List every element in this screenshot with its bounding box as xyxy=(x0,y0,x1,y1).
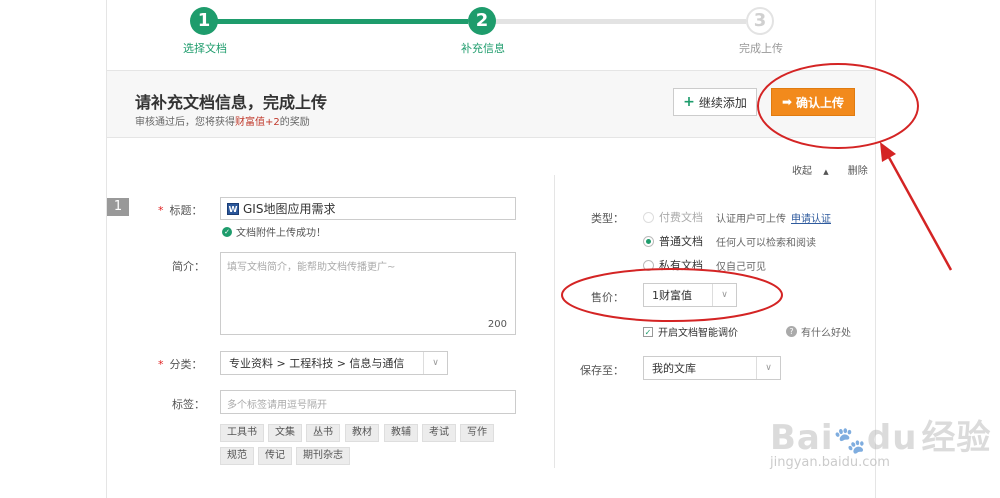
chevron-down-icon: ∨ xyxy=(756,357,780,379)
paw-icon: 🐾 xyxy=(833,426,867,456)
save-to-label: 保存至： xyxy=(580,364,624,377)
annotation-arrow-line xyxy=(884,151,953,271)
step-1-label: 选择文档 xyxy=(183,42,227,55)
type-desc: 认证用户可上传 xyxy=(716,213,786,225)
type-desc: 仅自己可见 xyxy=(716,261,766,273)
tag-chip[interactable]: 教材 xyxy=(345,424,379,442)
question-icon: ? xyxy=(786,326,797,337)
type-name: 付费文档 xyxy=(659,211,703,224)
category-select[interactable]: 专业资料 > 工程科技 > 信息与通信 ∨ xyxy=(220,351,448,375)
confirm-upload-label: 确认上传 xyxy=(796,95,845,110)
type-option-private[interactable]: 私有文档 仅自己可见 xyxy=(643,257,766,273)
tag-chip[interactable]: 写作 xyxy=(460,424,494,442)
doc-index-badge: 1 xyxy=(107,198,129,216)
smart-price-label: 开启文档智能调价 xyxy=(658,328,738,339)
tag-chip[interactable]: 考试 xyxy=(422,424,456,442)
category-value: 专业资料 > 工程科技 > 信息与通信 xyxy=(229,357,405,370)
save-to-value: 我的文库 xyxy=(652,362,696,375)
annotation-arrow-head xyxy=(880,142,896,162)
upload-success-text: 文档附件上传成功！ xyxy=(236,228,326,239)
description-textarea[interactable]: 填写文档简介，能帮助文档传播更广~ 200 xyxy=(220,252,516,335)
tag-chip[interactable]: 传记 xyxy=(258,447,292,465)
continue-add-label: 继续添加 xyxy=(698,95,747,110)
baidu-watermark: Bai🐾du 经验 xyxy=(770,410,991,459)
arrow-right-icon: ➡ xyxy=(781,95,793,109)
type-option-paid[interactable]: 付费文档 认证用户可上传 申请认证 xyxy=(643,209,831,225)
check-circle-icon: ✓ xyxy=(222,226,232,237)
type-label: 类型： xyxy=(591,212,624,225)
step-3-label: 完成上传 xyxy=(739,42,783,55)
plus-icon: + xyxy=(683,94,695,110)
radio-selected-icon xyxy=(643,235,654,247)
watermark-suffix: 经验 xyxy=(921,418,992,458)
step-3-circle: 3 xyxy=(746,7,774,35)
step-1-circle: 1 xyxy=(190,7,218,35)
page-subtitle: 审核通过后，您将获得财富值+2的奖励 xyxy=(135,113,310,128)
required-mark: * xyxy=(158,204,164,217)
category-label: 分类： xyxy=(169,358,203,371)
title-label: 标题： xyxy=(169,204,203,217)
tag-chip[interactable]: 规范 xyxy=(220,447,254,465)
confirm-upload-button[interactable]: ➡ 确认上传 xyxy=(771,88,855,116)
help-text: 有什么好处 xyxy=(801,328,851,339)
tags-input[interactable]: 多个标签请用逗号隔开 xyxy=(220,390,516,414)
smart-price-toggle[interactable]: ✓ 开启文档智能调价 xyxy=(643,324,738,339)
step-progress-todo xyxy=(494,19,746,24)
tags-label: 标签： xyxy=(172,398,205,411)
step-indicator: 1 2 3 选择文档 补充信息 完成上传 xyxy=(0,0,1000,70)
chevron-down-icon: ∨ xyxy=(712,284,736,306)
type-desc: 任何人可以检索和阅读 xyxy=(716,237,816,249)
title-input[interactable]: W GIS地图应用需求 xyxy=(220,197,516,220)
radio-icon xyxy=(643,211,654,223)
step-2-label: 补充信息 xyxy=(461,42,505,55)
price-value: 1财富值 xyxy=(652,289,692,302)
save-to-select[interactable]: 我的文库 ∨ xyxy=(643,356,781,380)
subtitle-prefix: 审核通过后，您将获得 xyxy=(135,117,235,128)
tag-chip[interactable]: 教辅 xyxy=(384,424,418,442)
caret-up-icon: ▲ xyxy=(823,168,829,176)
continue-add-button[interactable]: + 继续添加 xyxy=(673,88,757,116)
tags-placeholder: 多个标签请用逗号隔开 xyxy=(227,400,327,411)
watermark-brand: Bai xyxy=(770,418,834,458)
tag-chip[interactable]: 期刊杂志 xyxy=(296,447,350,465)
chevron-down-icon: ∨ xyxy=(423,352,447,374)
step-progress-done xyxy=(216,19,468,24)
watermark-url: jingyan.baidu.com xyxy=(770,455,890,470)
doc-actions: 收起 ▲ 删除 xyxy=(792,162,876,177)
tag-chip[interactable]: 工具书 xyxy=(220,424,264,442)
help-link[interactable]: ? 有什么好处 xyxy=(786,324,851,339)
description-placeholder: 填写文档简介，能帮助文档传播更广~ xyxy=(227,262,396,273)
page-title: 请补充文档信息，完成上传 xyxy=(135,93,328,112)
type-name: 普通文档 xyxy=(659,235,703,248)
char-counter: 200 xyxy=(487,319,507,330)
title-label-wrap: * 标题： xyxy=(158,202,203,218)
checkbox-checked-icon: ✓ xyxy=(643,326,653,337)
upload-success-message: ✓ 文档附件上传成功！ xyxy=(222,224,326,239)
price-select[interactable]: 1财富值 ∨ xyxy=(643,283,737,307)
apply-cert-link[interactable]: 申请认证 xyxy=(791,210,831,225)
subtitle-suffix: 的奖励 xyxy=(279,117,310,128)
title-value: GIS地图应用需求 xyxy=(243,202,336,216)
radio-icon xyxy=(643,259,654,271)
collapse-link[interactable]: 收起 ▲ xyxy=(792,166,837,177)
desc-label: 简介： xyxy=(172,260,205,273)
delete-link[interactable]: 删除 xyxy=(848,166,868,177)
category-label-wrap: * 分类： xyxy=(158,356,203,372)
watermark-brand2: du xyxy=(866,418,918,458)
tag-chip[interactable]: 文集 xyxy=(268,424,302,442)
required-mark: * xyxy=(158,358,164,371)
tag-chip[interactable]: 丛书 xyxy=(306,424,340,442)
column-divider xyxy=(554,175,555,468)
reward-highlight: 财富值+2 xyxy=(235,117,280,128)
step-2-circle: 2 xyxy=(468,7,496,35)
price-label: 售价： xyxy=(591,291,624,304)
type-option-normal[interactable]: 普通文档 任何人可以检索和阅读 xyxy=(643,233,816,249)
type-name: 私有文档 xyxy=(659,259,703,272)
collapse-label: 收起 xyxy=(792,166,812,177)
word-doc-icon: W xyxy=(227,202,239,215)
